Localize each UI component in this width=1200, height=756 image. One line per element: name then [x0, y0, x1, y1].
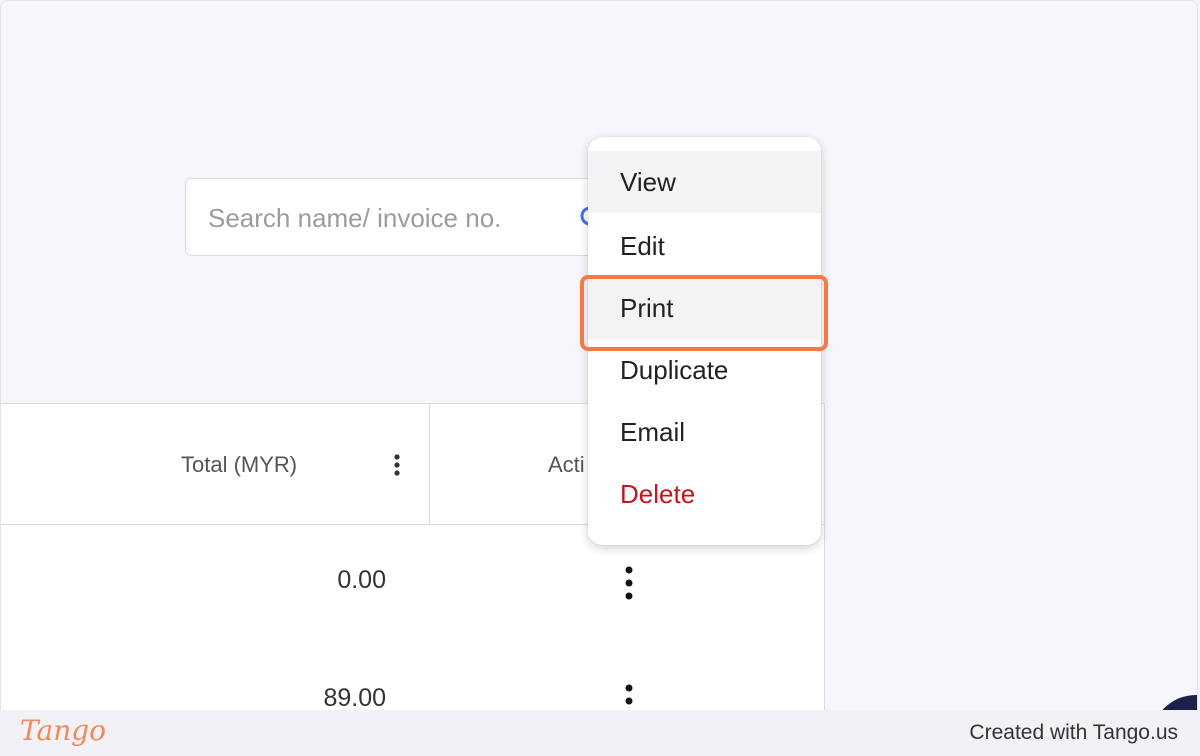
- tango-logo: Tango: [20, 714, 107, 747]
- table-row-total: 0.00: [337, 566, 386, 594]
- help-widget-button[interactable]: [1151, 695, 1197, 710]
- table-row-total: 89.00: [323, 684, 386, 710]
- column-header-total[interactable]: Total (MYR): [181, 452, 297, 478]
- menu-item-print[interactable]: Print: [588, 277, 821, 339]
- footer-bar: Tango Created with Tango.us: [0, 710, 1200, 756]
- row-actions-menu: View Edit Print Duplicate Email Delete: [588, 137, 821, 545]
- footer-credit: Created with Tango.us: [969, 721, 1178, 744]
- search-input[interactable]: [206, 199, 570, 237]
- column-menu-icon[interactable]: [389, 452, 405, 478]
- menu-item-email[interactable]: Email: [588, 401, 821, 463]
- app-frame: Total (MYR) Acti 0.00 89.00 View Edit Pr…: [0, 0, 1198, 710]
- column-divider: [429, 404, 430, 524]
- column-header-action: Acti: [548, 452, 585, 477]
- search-box[interactable]: [185, 178, 625, 256]
- row-actions-icon[interactable]: [619, 682, 639, 710]
- menu-item-view[interactable]: View: [588, 151, 821, 213]
- menu-item-edit[interactable]: Edit: [588, 215, 821, 277]
- row-actions-icon[interactable]: [619, 564, 639, 604]
- menu-item-duplicate[interactable]: Duplicate: [588, 339, 821, 401]
- menu-item-delete[interactable]: Delete: [588, 463, 821, 525]
